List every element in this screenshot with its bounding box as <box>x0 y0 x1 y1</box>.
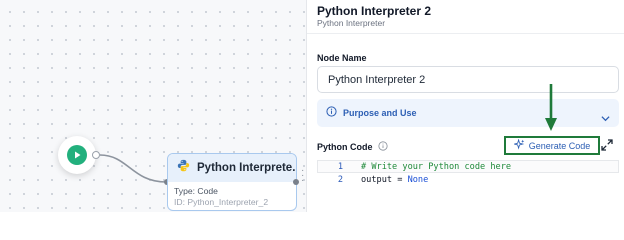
code-line: 1 # Write your Python code here <box>317 160 511 173</box>
purpose-and-use-accordion[interactable]: Purpose and Use <box>317 99 619 127</box>
node-name-label: Node Name <box>317 53 367 63</box>
node-name-value: Python Interpreter 2 <box>328 73 426 86</box>
expand-icon[interactable] <box>601 138 613 156</box>
chevron-down-icon[interactable] <box>601 109 610 127</box>
node-header: Python Interprete... <box>168 154 296 182</box>
panel-subtitle: Python Interpreter <box>317 18 386 28</box>
play-icon <box>67 145 87 165</box>
start-node[interactable] <box>58 136 96 174</box>
node-output-handle[interactable] <box>293 179 299 185</box>
panel-header: Python Interpreter 2 Python Interpreter <box>307 0 624 34</box>
info-icon <box>326 104 337 122</box>
node-name-input[interactable]: Python Interpreter 2 <box>317 66 619 93</box>
workflow-canvas[interactable]: Python Interprete... Type: Code ID: Pyth… <box>0 0 306 212</box>
code-statement: output = None <box>361 175 428 185</box>
help-circle-icon[interactable] <box>377 138 388 156</box>
code-line: 2 output = None <box>317 173 428 186</box>
line-number: 2 <box>337 174 343 185</box>
code-keyword: None <box>407 174 429 185</box>
code-editor[interactable]: 1 # Write your Python code here 2 output… <box>317 157 619 212</box>
resize-handle-icon[interactable]: · · · <box>301 166 304 186</box>
generate-code-button[interactable]: Generate Code <box>504 136 600 155</box>
code-assignment: output = <box>361 174 408 185</box>
annotation-arrow-icon <box>545 84 557 131</box>
python-interpreter-node[interactable]: Python Interprete... Type: Code ID: Pyth… <box>167 153 297 211</box>
panel-title: Python Interpreter 2 <box>317 4 432 18</box>
generate-code-label: Generate Code <box>528 140 591 151</box>
start-node-output-handle[interactable] <box>92 151 100 159</box>
purpose-and-use-label: Purpose and Use <box>343 108 417 118</box>
python-code-label-row: Python Code <box>317 138 388 156</box>
line-number: 1 <box>337 161 343 172</box>
node-type: Type: Code <box>174 186 218 196</box>
python-code-label: Python Code <box>317 142 373 152</box>
sparkle-icon <box>512 137 525 155</box>
node-title: Python Interprete... <box>197 162 297 174</box>
node-id: ID: Python_Interpreter_2 <box>174 197 269 207</box>
code-comment: # Write your Python code here <box>361 161 512 172</box>
properties-panel: Python Interpreter 2 Python Interpreter … <box>306 0 624 212</box>
python-icon <box>177 159 190 177</box>
